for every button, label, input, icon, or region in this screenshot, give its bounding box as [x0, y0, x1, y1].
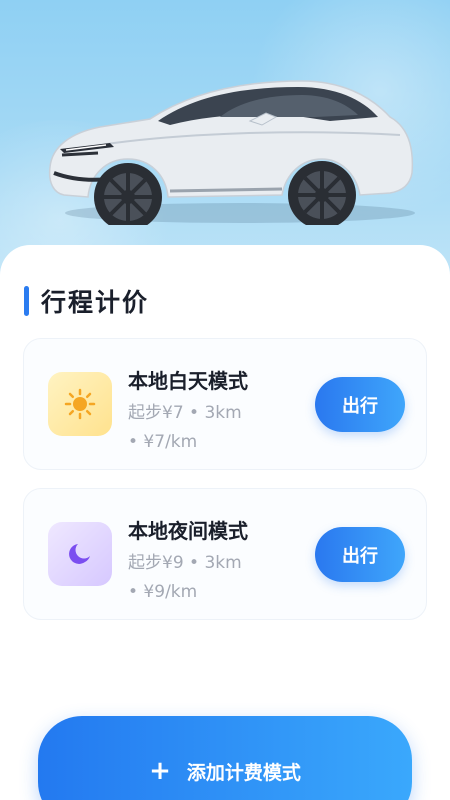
plus-icon: +	[149, 756, 171, 786]
mode-name: 本地夜间模式	[128, 519, 248, 543]
mode-name: 本地白天模式	[128, 369, 248, 393]
section-title: 行程计价	[41, 288, 150, 317]
mode-description: 起步¥9 • 3km • ¥9/km	[128, 549, 308, 607]
moon-icon	[48, 522, 112, 586]
mode-desc-line: • ¥7/km	[128, 432, 198, 452]
sun-icon	[48, 372, 112, 436]
add-pricing-mode-button[interactable]: + 添加计费模式	[38, 716, 412, 800]
mode-desc-line: 起步¥9 • 3km	[128, 553, 242, 573]
section-header: 行程计价	[24, 283, 149, 319]
go-button[interactable]: 出行	[315, 527, 405, 582]
mode-desc-line: 起步¥7 • 3km	[128, 403, 242, 423]
add-button-label: 添加计费模式	[186, 761, 301, 784]
mode-desc-line: • ¥9/km	[128, 582, 198, 602]
mode-card-day: 本地白天模式 起步¥7 • 3km • ¥7/km 出行	[23, 338, 427, 470]
mode-description: 起步¥7 • 3km • ¥7/km	[128, 399, 308, 457]
mode-card-night: 本地夜间模式 起步¥9 • 3km • ¥9/km 出行	[23, 488, 427, 620]
car-image	[48, 80, 415, 225]
go-button[interactable]: 出行	[315, 377, 405, 432]
section-accent-bar	[24, 286, 29, 316]
